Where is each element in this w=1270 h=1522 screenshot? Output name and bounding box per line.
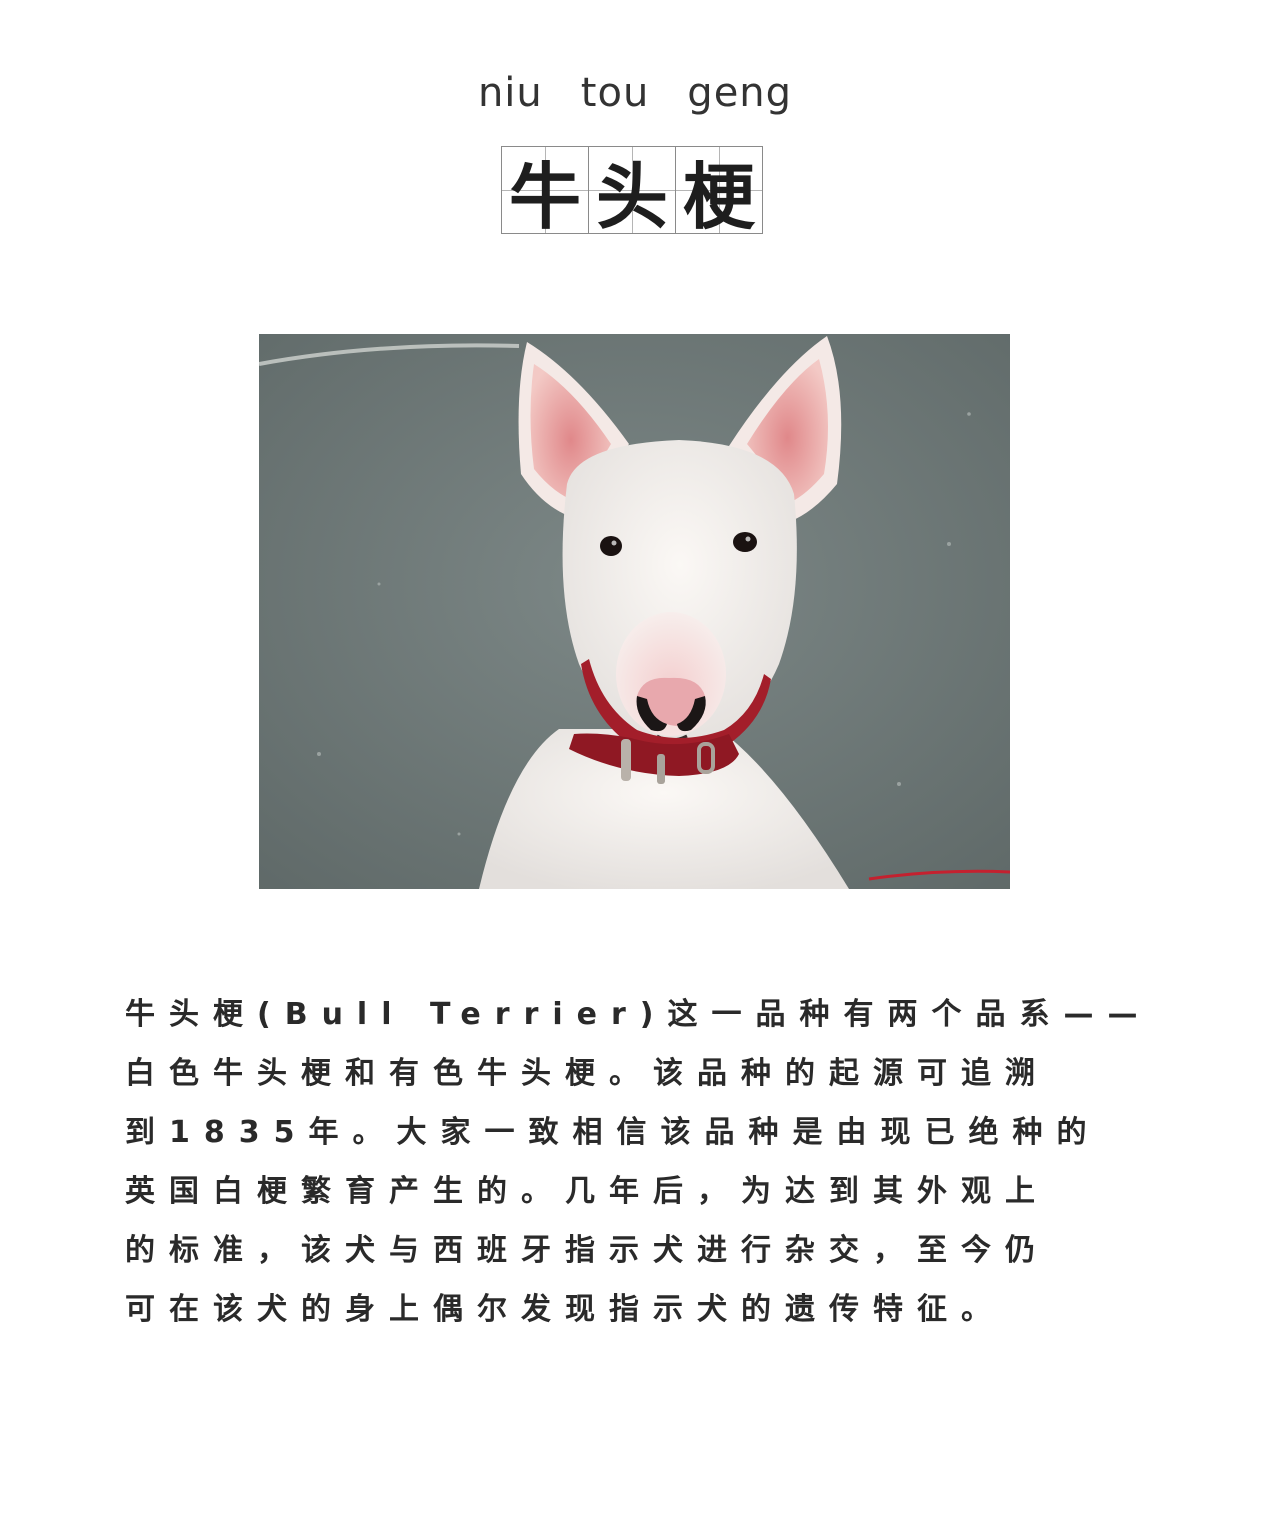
dog-photo xyxy=(259,334,1010,889)
title-char: 牛 xyxy=(508,153,581,239)
title-char: 梗 xyxy=(682,153,755,239)
pinyin-syllable: niu xyxy=(477,70,543,116)
title-cell: 梗 xyxy=(675,146,763,239)
title-cell: 头 xyxy=(588,146,676,239)
pinyin-syllable: geng xyxy=(687,70,793,116)
description-line: 到1835年。大家一致相信该品种是由现已绝种的 xyxy=(125,1115,1101,1150)
page-title: 牛 头 梗 xyxy=(501,146,765,239)
title-char: 头 xyxy=(595,153,668,239)
pinyin-heading: niu tou geng xyxy=(0,70,1270,116)
pinyin-syllable: tou xyxy=(580,70,650,116)
description-line: 的标准，该犬与西班牙指示犬进行杂交，至今仍 xyxy=(125,1233,1049,1268)
breed-description: 牛头梗(Bull Terrier)这一品种有两个品系—— 白色牛头梗和有色牛头梗… xyxy=(125,985,1145,1339)
description-line: 牛头梗(Bull Terrier)这一品种有两个品系—— xyxy=(125,997,1152,1032)
title-cell: 牛 xyxy=(501,146,589,239)
description-line: 白色牛头梗和有色牛头梗。该品种的起源可追溯 xyxy=(125,1056,1049,1091)
bull-terrier-illustration xyxy=(259,334,1010,889)
description-line: 英国白梗繁育产生的。几年后，为达到其外观上 xyxy=(125,1174,1049,1209)
description-line: 可在该犬的身上偶尔发现指示犬的遗传特征。 xyxy=(125,1292,1005,1327)
